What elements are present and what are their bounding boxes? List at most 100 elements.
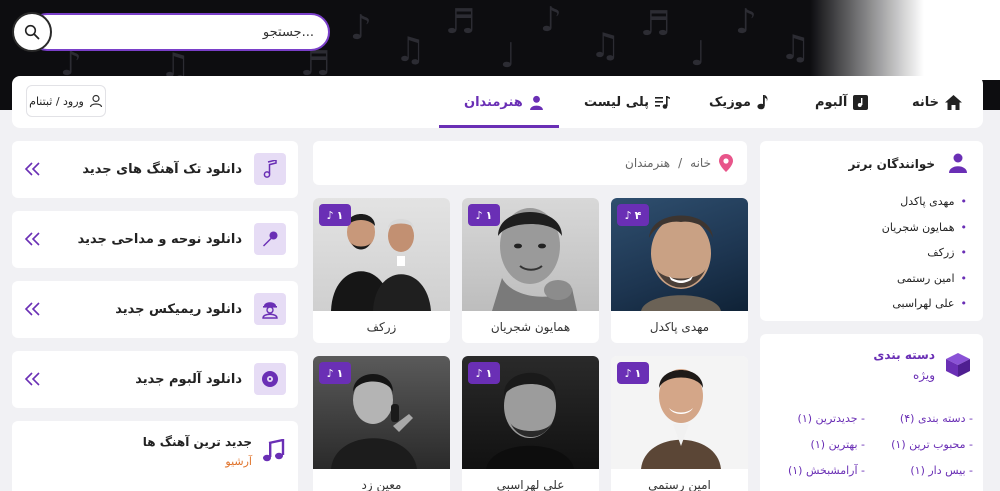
artist-card[interactable]: ♪ ۱ معین زد (313, 356, 450, 491)
music-note-decoration: ♫ (395, 30, 426, 70)
track-count: ۱ (485, 208, 493, 222)
artist-name: علی لهراسبی (496, 478, 565, 491)
music-note-icon: ♪ (475, 366, 483, 380)
download-label: دانلود ریمیکس جدید (115, 302, 242, 317)
breadcrumb-separator: / (678, 156, 683, 170)
double-chevron-left-icon (24, 372, 40, 386)
download-label: دانلود تک آهنگ های جدید (82, 162, 242, 177)
track-count-badge: ♪ ۱ (468, 204, 500, 226)
double-chevron-left-icon (24, 302, 40, 316)
track-count: ۱ (336, 208, 344, 222)
singer-link[interactable]: زرکف (882, 240, 967, 266)
category-link[interactable]: دسته بندی (۴) - (900, 412, 973, 425)
artist-card[interactable]: ♪ ۱ علی لهراسبی (462, 356, 599, 491)
music-note-decoration: ♫ (780, 28, 811, 68)
user-outline-icon (89, 94, 102, 108)
nav-label: پلی لیست (584, 94, 650, 110)
singer-link[interactable]: مهدی پاکدل (882, 189, 967, 215)
dl-icon-box (254, 293, 286, 325)
music-note-decoration: ♪ (735, 2, 757, 42)
download-album-card[interactable]: دانلود آلبوم جدید (12, 351, 298, 408)
album-icon (853, 94, 869, 110)
nav-item-album[interactable]: آلبوم (815, 76, 869, 128)
top-singers-title: خوانندگان برتر (848, 157, 935, 171)
newest-title: جدید ترین آهنگ ها (142, 435, 252, 449)
nav-item-playlist[interactable]: پلی لیست (584, 76, 671, 128)
location-pin-icon (719, 154, 733, 172)
category-link[interactable]: محبوب ترین (۱) - (891, 438, 973, 451)
track-count-badge: ♪ ۱ (319, 362, 351, 384)
search-icon (24, 24, 40, 40)
top-singers-list: مهدی پاکدل همایون شجریان زرکف امین رستمی… (882, 189, 967, 317)
dl-icon-box (254, 363, 286, 395)
breadcrumb-current: هنرمندان (625, 156, 671, 170)
dj-icon (262, 302, 278, 319)
download-noha-card[interactable]: دانلود نوحه و مداحی جدید (12, 211, 298, 268)
breadcrumb: هنرمندان / خانه (313, 141, 747, 185)
music-note-decoration: ♪ (540, 0, 562, 40)
banner-fade (810, 0, 1000, 80)
download-remix-card[interactable]: دانلود ریمیکس جدید (12, 281, 298, 338)
artist-card[interactable]: ♪ ۱ زرکف (313, 198, 450, 343)
artist-name: امین رستمی (648, 478, 711, 491)
main-navbar: ورود / ثبتنام هنرمندان پلی لیست موزیک آل… (12, 76, 983, 128)
artist-name: همایون شجریان (490, 320, 571, 334)
special-title: دسته بندی (873, 348, 935, 362)
music-notes-icon (263, 439, 285, 462)
artist-name: مهدی پاکدل (649, 320, 710, 334)
nav-label: موزیک (709, 94, 751, 110)
search-input[interactable] (28, 13, 330, 51)
music-note-decoration: ♬ (640, 4, 671, 44)
nav-item-home[interactable]: خانه (912, 76, 963, 128)
breadcrumb-home[interactable]: خانه (690, 156, 711, 170)
login-label: ورود / ثبتنام (29, 94, 84, 108)
login-register-button[interactable]: ورود / ثبتنام (26, 85, 106, 117)
dl-icon-box (254, 153, 286, 185)
track-count: ۴ (634, 208, 642, 222)
artist-card[interactable]: ♪ ۱ همایون شجریان (462, 198, 599, 343)
music-note-decoration: ♩ (500, 36, 517, 76)
category-link[interactable]: جدیدترین (۱) - (798, 412, 865, 425)
track-count: ۱ (336, 366, 344, 380)
track-count-badge: ♪ ۴ (617, 204, 649, 226)
category-link[interactable]: بهترین (۱) - (811, 438, 865, 451)
nav-item-music[interactable]: موزیک (709, 76, 769, 128)
search-button[interactable] (12, 12, 52, 52)
nav-item-artists[interactable]: هنرمندان (464, 76, 544, 128)
artist-name: زرکف (366, 320, 397, 334)
download-label: دانلود آلبوم جدید (135, 372, 242, 387)
box-icon (946, 353, 970, 377)
search-bar (12, 12, 332, 52)
singer-link[interactable]: امین رستمی (882, 266, 967, 292)
music-note-decoration: ♬ (445, 2, 476, 42)
nav-label: هنرمندان (464, 94, 523, 110)
music-note-decoration: ♪ (350, 8, 372, 48)
music-note-icon: ♪ (475, 208, 483, 222)
special-subtitle: ویژه (912, 368, 935, 382)
music-note-decoration: ♫ (590, 26, 621, 66)
artist-card[interactable]: ♪ ۱ امین رستمی (611, 356, 748, 491)
nav-label: خانه (912, 94, 940, 110)
archive-link[interactable]: آرشیو (225, 455, 252, 468)
download-singles-card[interactable]: دانلود تک آهنگ های جدید (12, 141, 298, 198)
category-link[interactable]: آرامشبخش (۱) - (788, 464, 865, 477)
dl-icon-box (254, 223, 286, 255)
playlist-icon (655, 95, 671, 109)
track-count: ۱ (485, 366, 493, 380)
artist-name: معین زد (361, 478, 402, 491)
music-note-icon (263, 160, 277, 178)
music-note-icon: ♪ (624, 208, 632, 222)
music-note-icon (757, 95, 768, 110)
user-icon (529, 95, 543, 110)
download-label: دانلود نوحه و مداحی جدید (77, 232, 242, 247)
track-count: ۱ (634, 366, 642, 380)
music-note-decoration: ♩ (690, 34, 707, 74)
artist-card[interactable]: ♪ ۴ مهدی پاکدل (611, 198, 748, 343)
newest-songs-card: جدید ترین آهنگ ها آرشیو (12, 421, 298, 491)
singer-link[interactable]: علی لهراسبی (882, 291, 967, 317)
double-chevron-left-icon (24, 232, 40, 246)
category-link[interactable]: بیس دار (۱) - (910, 464, 973, 477)
singer-link[interactable]: همایون شجریان (882, 215, 967, 241)
top-singers-card: خوانندگان برتر مهدی پاکدل همایون شجریان … (760, 141, 983, 321)
nav-label: آلبوم (815, 94, 848, 110)
